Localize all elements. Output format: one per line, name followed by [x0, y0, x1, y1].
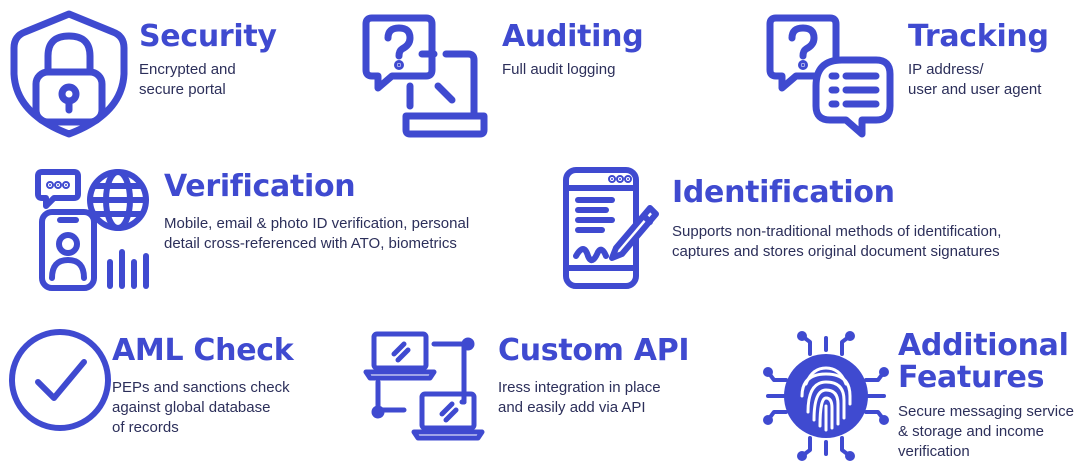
connected-laptops-icon [363, 330, 486, 442]
feature-title: Identification [672, 175, 895, 210]
phone-globe-user-icon [30, 166, 160, 292]
feature-title: Additional Features [898, 328, 1069, 395]
feature-description: PEPs and sanctions check against global … [112, 379, 290, 436]
feature-title: AML Check [112, 333, 294, 368]
fingerprint-chip-icon [762, 331, 890, 461]
shield-lock-icon [8, 10, 130, 138]
feature-description: Supports non-traditional methods of iden… [672, 223, 1002, 260]
feature-description: Iress integration in place and easily ad… [498, 379, 661, 416]
tablet-signature-icon [562, 166, 660, 292]
check-circle-icon [8, 328, 112, 432]
question-laptop-icon [362, 14, 488, 138]
feature-title: Tracking [908, 19, 1049, 54]
feature-title: Security [139, 19, 277, 54]
feature-description: IP address/ user and user agent [908, 61, 1042, 98]
chat-bubbles-icon [766, 14, 894, 138]
feature-description: Secure messaging service & storage and i… [898, 403, 1074, 460]
feature-description: Mobile, email & photo ID verification, p… [164, 215, 470, 252]
feature-title: Auditing [502, 19, 644, 54]
feature-description: Encrypted and secure portal [139, 61, 236, 98]
feature-title: Verification [164, 169, 356, 204]
feature-title: Custom API [498, 333, 690, 368]
feature-description: Full audit logging [502, 61, 616, 78]
